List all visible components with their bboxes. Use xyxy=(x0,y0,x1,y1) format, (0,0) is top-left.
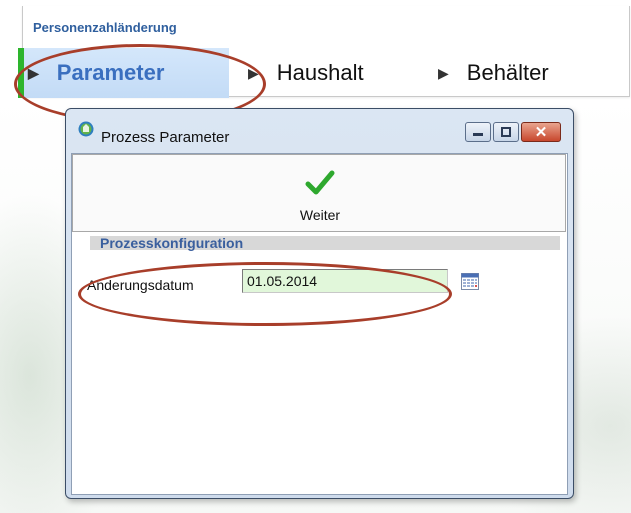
step-parameter[interactable]: ▶ Parameter xyxy=(28,60,164,86)
window-title: Prozess Parameter xyxy=(101,129,230,146)
maximize-icon xyxy=(501,127,511,137)
step-haushalt[interactable]: ▶ Haushalt xyxy=(248,60,364,86)
section-header-prozesskonfiguration: Prozesskonfiguration xyxy=(90,236,560,251)
checkmark-icon xyxy=(305,170,335,195)
aenderungsdatum-input[interactable] xyxy=(242,269,448,293)
wizard-steps: ▶ Parameter ▶ Haushalt ▶ Behälter xyxy=(18,48,629,102)
window-content: Weiter Prozesskonfiguration Anderungsdat… xyxy=(71,153,568,495)
weiter-button[interactable]: Weiter xyxy=(284,161,356,227)
triangle-right-icon: ▶ xyxy=(248,64,259,81)
maximize-button[interactable] xyxy=(493,122,519,142)
minimize-button[interactable] xyxy=(465,122,491,142)
triangle-right-icon: ▶ xyxy=(28,64,39,81)
triangle-right-icon: ▶ xyxy=(438,64,449,81)
minimize-icon xyxy=(473,133,483,136)
window-controls: ✕ xyxy=(463,122,561,142)
aenderungsdatum-label: Anderungsdatum xyxy=(87,277,194,293)
step-haushalt-label: Haushalt xyxy=(276,60,364,85)
wizard-title: Personenzahländerung xyxy=(33,20,177,35)
app-globe-icon xyxy=(78,121,94,137)
close-button[interactable]: ✕ xyxy=(521,122,561,142)
close-icon: ✕ xyxy=(534,124,548,141)
toolbar: Weiter xyxy=(72,154,566,232)
window-titlebar[interactable]: Prozess Parameter ✕ xyxy=(66,109,573,147)
weiter-label: Weiter xyxy=(299,207,341,223)
step-behaelter[interactable]: ▶ Behälter xyxy=(438,60,549,86)
step-behaelter-label: Behälter xyxy=(466,60,549,85)
prozess-parameter-window: Prozess Parameter ✕ Weiter Prozesskonfig… xyxy=(65,108,574,499)
calendar-icon[interactable] xyxy=(461,273,479,290)
wizard-bar: Personenzahländerung ▶ Parameter ▶ Haush… xyxy=(18,6,630,98)
step-parameter-label: Parameter xyxy=(56,60,165,85)
